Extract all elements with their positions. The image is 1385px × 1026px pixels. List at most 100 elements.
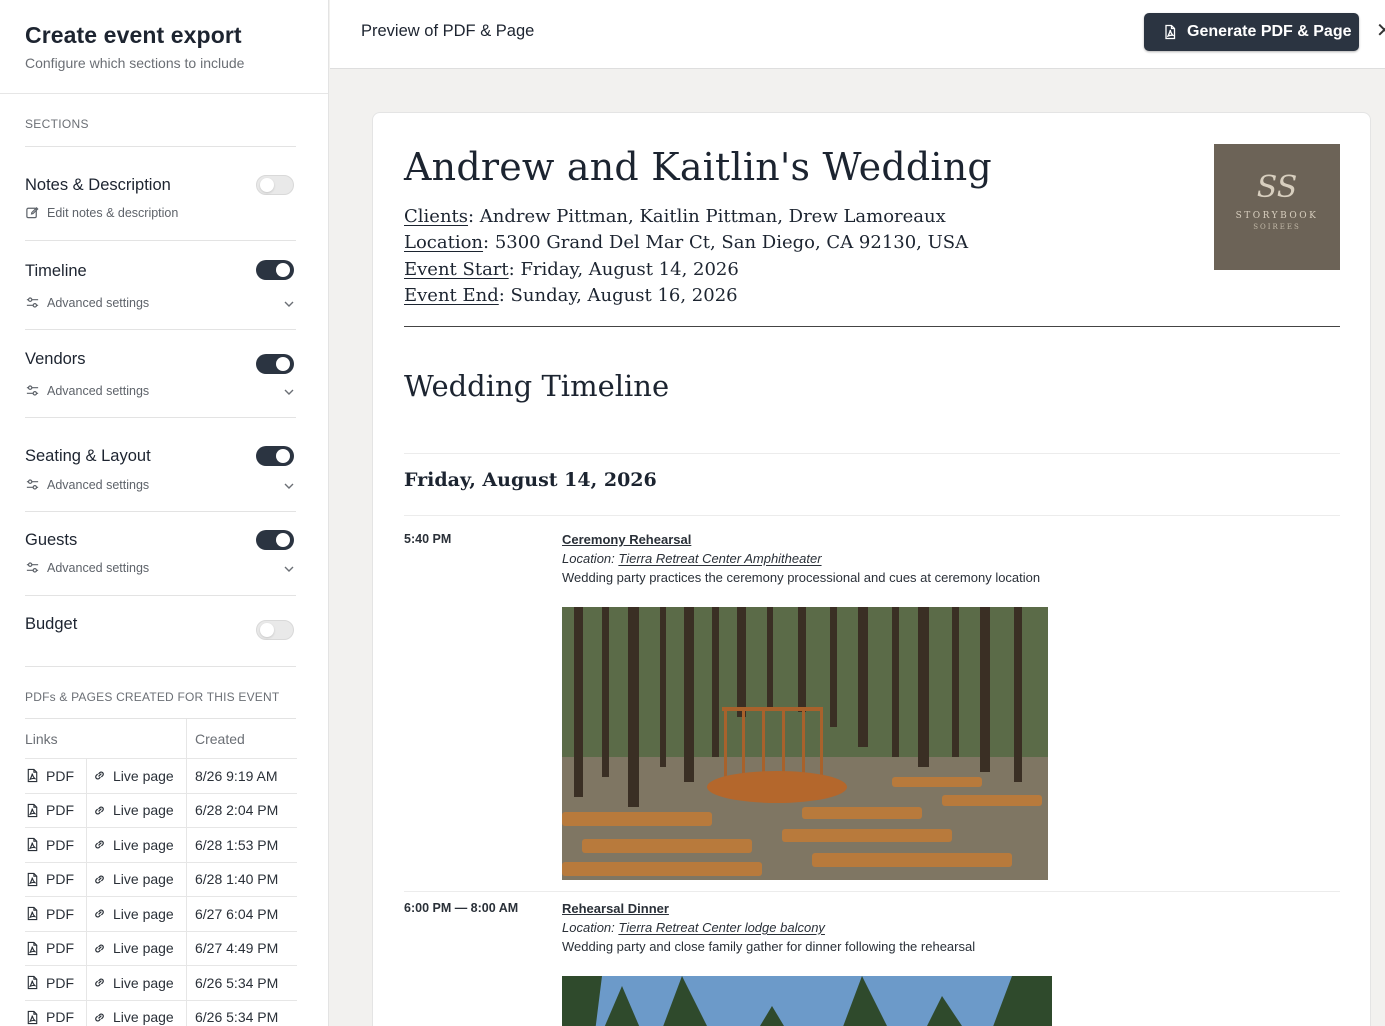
advanced-settings-label: Advanced settings: [47, 295, 150, 310]
chevron-down-icon[interactable]: [282, 385, 296, 399]
timeline-toggle[interactable]: [256, 260, 294, 280]
close-icon[interactable]: ✕: [1376, 18, 1385, 43]
link-icon: [95, 806, 104, 815]
logo-sub: SOIREES: [1253, 223, 1301, 231]
amphitheater-photo: [562, 607, 1048, 880]
pdf-link[interactable]: PDF: [25, 862, 87, 896]
pdf-file-icon: [27, 803, 38, 817]
pdf-link-label: PDF: [46, 802, 74, 819]
pdf-link[interactable]: PDF: [25, 897, 87, 931]
pdf-link-label: PDF: [46, 940, 74, 957]
chevron-down-icon[interactable]: [282, 479, 296, 493]
table-row: PDF Live page 8/26 9:19 AM: [25, 759, 297, 794]
storybook-soirees-logo: SS STORYBOOK SOIREES: [1214, 144, 1340, 270]
pdf-link[interactable]: PDF: [25, 828, 87, 862]
generate-pdf-page-button[interactable]: Generate PDF & Page: [1144, 13, 1359, 51]
guests-toggle[interactable]: [256, 530, 294, 550]
section-name: Notes & Description: [25, 176, 171, 194]
pdf-link[interactable]: PDF: [25, 931, 87, 965]
event-title-link[interactable]: Rehearsal Dinner: [562, 899, 975, 918]
event-end-label: Event End: [404, 284, 499, 306]
link-icon: [95, 944, 104, 953]
edit-icon: [26, 206, 39, 219]
section-notes-description: Notes & Description Edit notes & descrip…: [25, 147, 296, 241]
link-icon: [95, 909, 104, 918]
links-header: Links: [25, 719, 187, 758]
live-page-link[interactable]: Live page: [87, 828, 187, 862]
header-divider: [404, 326, 1340, 327]
sliders-icon: [26, 562, 39, 573]
live-page-link[interactable]: Live page: [87, 931, 187, 965]
seating-advanced-settings[interactable]: Advanced settings: [25, 477, 149, 492]
section-name: Timeline: [25, 262, 87, 280]
table-row: PDF Live page 6/26 5:34 PM: [25, 966, 297, 1001]
live-page-label: Live page: [113, 836, 174, 853]
live-page-link[interactable]: Live page: [87, 862, 187, 896]
live-page-label: Live page: [113, 871, 174, 888]
budget-toggle[interactable]: [256, 620, 294, 640]
table-header: Links Created: [25, 719, 297, 759]
live-page-link[interactable]: Live page: [87, 793, 187, 827]
section-guests: Guests Advanced settings: [25, 512, 296, 596]
live-page-link[interactable]: Live page: [87, 966, 187, 1000]
vendors-toggle[interactable]: [256, 354, 294, 374]
chevron-down-icon[interactable]: [282, 297, 296, 311]
location-value: : 5300 Grand Del Mar Ct, San Diego, CA 9…: [483, 231, 969, 253]
table-row: PDF Live page 6/27 4:49 PM: [25, 931, 297, 966]
timeline-heading: Wedding Timeline: [404, 369, 670, 403]
pdf-file-icon: [27, 769, 38, 783]
pdf-link-label: PDF: [46, 1009, 74, 1026]
edit-notes-label: Edit notes & description: [47, 205, 179, 220]
pdf-link[interactable]: PDF: [25, 1000, 87, 1026]
event-location: Location: Tierra Retreat Center lodge ba…: [562, 920, 825, 935]
pdf-link[interactable]: PDF: [25, 793, 87, 827]
event-start-value: : Friday, August 14, 2026: [508, 259, 739, 280]
guests-advanced-settings[interactable]: Advanced settings: [25, 560, 149, 575]
event-title: Andrew and Kaitlin's Wedding: [404, 145, 992, 189]
sidebar-title: Create event export: [25, 22, 242, 48]
clients-label: Clients: [404, 206, 469, 227]
event-end-line: Event End: Sunday, August 16, 2026: [404, 283, 968, 309]
event-start-label: Event Start: [404, 259, 509, 280]
live-page-label: Live page: [113, 802, 174, 819]
generate-label: Generate PDF & Page: [1187, 23, 1352, 40]
table-row: PDF Live page 6/27 6:04 PM: [25, 897, 297, 932]
sliders-icon: [26, 385, 39, 396]
live-page-link[interactable]: Live page: [87, 1000, 187, 1026]
section-seating-layout: Seating & Layout Advanced settings: [25, 418, 296, 512]
table-row: PDF Live page 6/26 5:34 PM: [25, 1000, 297, 1026]
table-row: PDF Live page 6/28 2:04 PM: [25, 793, 297, 828]
link-icon: [95, 1013, 104, 1022]
lodge-balcony-photo: [562, 976, 1052, 1026]
preview-topbar: Preview of PDF & Page Generate PDF & Pag…: [330, 0, 1385, 69]
vendors-advanced-settings[interactable]: Advanced settings: [25, 383, 149, 398]
divider: [404, 891, 1340, 892]
advanced-settings-label: Advanced settings: [47, 560, 150, 575]
event-location-link[interactable]: Tierra Retreat Center Amphitheater: [618, 551, 821, 566]
export-sidebar: Create event export Configure which sect…: [0, 0, 329, 1026]
notes-description-toggle[interactable]: [256, 175, 294, 195]
section-name: Seating & Layout: [25, 447, 151, 465]
created-date: 6/26 5:34 PM: [195, 1009, 279, 1026]
edit-notes-link[interactable]: Edit notes & description: [25, 205, 178, 220]
timeline-advanced-settings[interactable]: Advanced settings: [25, 295, 149, 310]
event-title-link[interactable]: Ceremony Rehearsal: [562, 530, 1040, 549]
event-meta: Clients: Andrew Pittman, Kaitlin Pittman…: [404, 204, 968, 308]
live-page-label: Live page: [113, 1009, 174, 1026]
section-vendors: Vendors Advanced settings: [25, 330, 296, 418]
event-location-link[interactable]: Tierra Retreat Center lodge balcony: [618, 920, 825, 935]
pdf-link[interactable]: PDF: [25, 759, 87, 793]
seating-layout-toggle[interactable]: [256, 446, 294, 466]
live-page-label: Live page: [113, 905, 174, 922]
link-icon: [95, 840, 104, 849]
event-location: Location: Tierra Retreat Center Amphithe…: [562, 551, 822, 566]
live-page-link[interactable]: Live page: [87, 897, 187, 931]
clients-line: Clients: Andrew Pittman, Kaitlin Pittman…: [404, 204, 968, 230]
chevron-down-icon[interactable]: [282, 562, 296, 576]
event-start-line: Event Start: Friday, August 14, 2026: [404, 257, 968, 283]
created-date: 6/28 1:53 PM: [195, 836, 279, 853]
pdf-link[interactable]: PDF: [25, 966, 87, 1000]
table-row: PDF Live page 6/28 1:40 PM: [25, 862, 297, 897]
event-description: Wedding party and close family gather fo…: [562, 939, 976, 954]
live-page-link[interactable]: Live page: [87, 759, 187, 793]
